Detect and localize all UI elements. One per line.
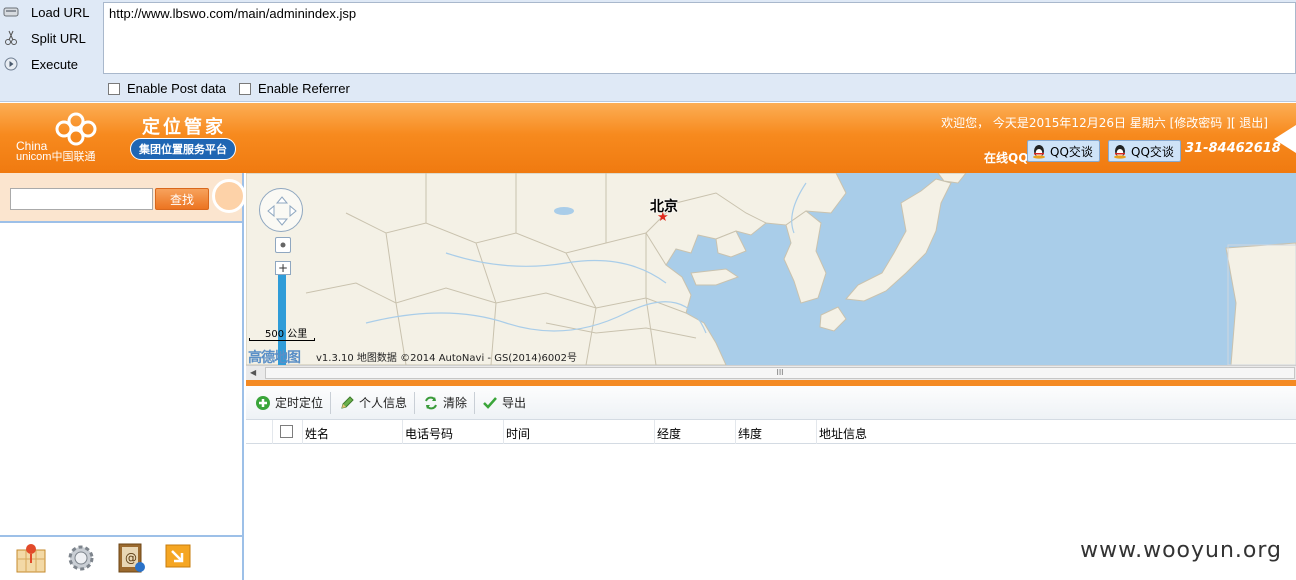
timed-locate-label: 定时定位 bbox=[275, 396, 324, 410]
amap-logo: 高德地图 bbox=[248, 350, 301, 365]
column-header-time[interactable]: 时间 bbox=[506, 425, 530, 442]
scale-line bbox=[249, 338, 315, 341]
column-header-phone[interactable]: 电话号码 bbox=[405, 425, 453, 442]
column-divider bbox=[272, 420, 273, 444]
zoom-in-button[interactable]: + bbox=[275, 261, 291, 275]
column-header-address[interactable]: 地址信息 bbox=[819, 425, 867, 442]
clear-label: 清除 bbox=[443, 396, 468, 410]
scroll-left-icon[interactable]: ◀ bbox=[250, 368, 256, 377]
clear-button[interactable]: 清除 bbox=[423, 394, 467, 411]
column-divider bbox=[654, 420, 655, 444]
split-url-button[interactable]: Split URL bbox=[0, 26, 100, 50]
column-divider bbox=[402, 420, 403, 444]
enable-post-box[interactable] bbox=[108, 82, 120, 95]
column-header-name[interactable]: 姓名 bbox=[305, 425, 329, 442]
hotline-number: 31-84462618 bbox=[1185, 141, 1281, 156]
map-copyright: v1.3.10 地图数据 ©2014 AutoNavi - GS(2014)60… bbox=[316, 353, 577, 364]
watermark: www.wooyun.org bbox=[1080, 538, 1282, 563]
header-welcome: 欢迎您， 今天是2015年12月26日 星期六 [修改密码 ][ 退出] bbox=[941, 114, 1268, 131]
refresh-icon bbox=[425, 396, 437, 409]
search-bar: 查找 bbox=[0, 173, 246, 223]
qq-penguin-icon bbox=[1033, 145, 1045, 159]
app-subtitle: 集团位置服务平台 bbox=[130, 138, 236, 160]
horizontal-scrollbar[interactable]: ◀ III bbox=[246, 365, 1296, 380]
gear-icon[interactable] bbox=[64, 541, 98, 575]
load-url-icon bbox=[3, 4, 19, 20]
personal-info-label: 个人信息 bbox=[359, 396, 408, 410]
load-url-button[interactable]: Load URL bbox=[0, 0, 100, 24]
url-textarea[interactable] bbox=[103, 2, 1296, 74]
column-header-longitude[interactable]: 经度 bbox=[657, 425, 681, 442]
left-panel: 查找 @ bbox=[0, 173, 246, 580]
qq-chat-label-2: QQ交谈 bbox=[1131, 144, 1174, 159]
scissors-icon bbox=[3, 30, 19, 46]
address-book-icon[interactable]: @ bbox=[114, 541, 148, 575]
map-canvas bbox=[246, 173, 1296, 365]
qq-chat-label-1: QQ交谈 bbox=[1050, 144, 1093, 159]
toolbar-separator bbox=[330, 392, 331, 414]
logout-link[interactable]: [ 退出] bbox=[1231, 116, 1268, 130]
timed-locate-button[interactable]: 定时定位 bbox=[255, 394, 323, 411]
online-qq-label: 在线QQ bbox=[984, 151, 1029, 165]
search-input[interactable] bbox=[10, 188, 153, 210]
grid-toolbar: 定时定位 个人信息 清除 导出 bbox=[246, 386, 1296, 420]
pencil-icon bbox=[341, 395, 354, 409]
header-arrow-decoration bbox=[1274, 125, 1296, 153]
execute-button[interactable]: Execute bbox=[0, 52, 100, 76]
scale-bar: 500 公里 bbox=[249, 325, 315, 341]
qq-penguin-icon bbox=[1114, 145, 1126, 159]
enable-referrer-box[interactable] bbox=[239, 82, 251, 95]
play-icon bbox=[3, 56, 19, 72]
locate-button[interactable] bbox=[275, 237, 291, 253]
column-header-latitude[interactable]: 纬度 bbox=[738, 425, 762, 442]
enable-post-label: Enable Post data bbox=[127, 81, 227, 96]
split-url-label: Split URL bbox=[31, 30, 86, 46]
map-pin-icon[interactable] bbox=[14, 541, 48, 575]
execute-label: Execute bbox=[31, 56, 78, 72]
select-all-checkbox[interactable] bbox=[280, 425, 293, 438]
qq-chat-button-2[interactable]: QQ交谈 bbox=[1108, 140, 1181, 162]
column-divider bbox=[735, 420, 736, 444]
export-label: 导出 bbox=[502, 396, 527, 410]
column-divider bbox=[302, 420, 303, 444]
checkmark-icon bbox=[483, 396, 497, 409]
svg-text:@: @ bbox=[125, 551, 137, 565]
toolbar-separator bbox=[474, 392, 475, 414]
toolbar-separator bbox=[414, 392, 415, 414]
app-header: China unicom中国联通 定位管家 集团位置服务平台 欢迎您， 今天是2… bbox=[0, 103, 1296, 173]
load-url-label: Load URL bbox=[31, 4, 90, 20]
scroll-thumb[interactable]: III bbox=[265, 367, 1295, 379]
qq-chat-button-1[interactable]: QQ交谈 bbox=[1027, 140, 1100, 162]
logo-text-unicom: unicom中国联通 bbox=[16, 151, 96, 163]
app-title: 定位管家 bbox=[142, 117, 226, 138]
welcome-text: 欢迎您， 今天是2015年12月26日 星期六 bbox=[941, 116, 1166, 130]
enable-referrer-checkbox[interactable]: Enable Referrer bbox=[239, 81, 350, 96]
capital-star-icon: ★ bbox=[657, 210, 669, 225]
left-bottom-toolbar: @ bbox=[0, 535, 242, 580]
search-decoration bbox=[212, 179, 246, 213]
personal-info-button[interactable]: 个人信息 bbox=[339, 394, 407, 411]
exit-arrow-icon[interactable] bbox=[164, 541, 198, 575]
china-unicom-logo: China unicom中国联通 bbox=[14, 109, 114, 169]
grid-header: 姓名 电话号码 时间 经度 纬度 地址信息 bbox=[246, 420, 1296, 444]
column-divider bbox=[816, 420, 817, 444]
map-view[interactable]: 北京 ★ + 500 公里 高德地图 v1.3.10 地图数据 ©2014 Au… bbox=[246, 173, 1296, 365]
enable-post-checkbox[interactable]: Enable Post data bbox=[108, 81, 226, 96]
pan-control[interactable] bbox=[259, 188, 303, 232]
enable-referrer-label: Enable Referrer bbox=[258, 81, 350, 96]
change-password-link[interactable]: [修改密码 ] bbox=[1170, 116, 1231, 130]
hackbar-panel: Load URL Split URL Execute Enable Post d… bbox=[0, 0, 1296, 102]
export-button[interactable]: 导出 bbox=[482, 394, 526, 411]
search-button[interactable]: 查找 bbox=[155, 188, 209, 210]
add-icon bbox=[256, 395, 270, 410]
column-divider bbox=[503, 420, 504, 444]
